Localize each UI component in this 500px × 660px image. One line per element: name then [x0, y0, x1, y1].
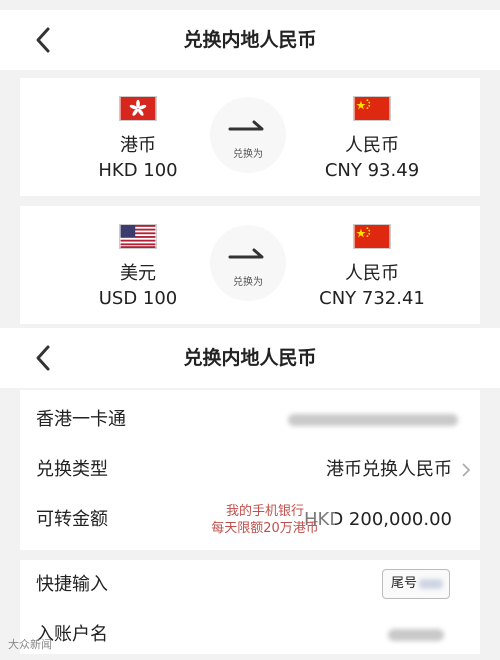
- to-currency-amount: CNY 93.49: [324, 160, 420, 181]
- tail-label: 尾号: [391, 576, 418, 591]
- cn-flag-icon: [353, 96, 391, 121]
- annotation-line-2: 每天限额20万港币: [211, 521, 319, 536]
- card-row[interactable]: 香港一卡通: [20, 395, 480, 445]
- convert-label: 兑换为: [233, 277, 263, 288]
- top-navbar: 兑换内地人民币: [0, 10, 500, 70]
- row-label: 入账户名: [36, 624, 108, 645]
- from-currency-amount: HKD 100: [98, 160, 178, 181]
- hk-flag-icon: [119, 96, 157, 121]
- row-value: 港币兑换人民币: [326, 459, 452, 480]
- to-currency-name: 人民币: [345, 263, 399, 284]
- from-currency-name: 美元: [120, 263, 156, 284]
- row-label: 香港一卡通: [36, 409, 126, 430]
- exchange-type-row[interactable]: 兑换类型 港币兑换人民币: [20, 445, 480, 495]
- watermark: 大众新闻: [8, 638, 52, 651]
- to-currency-name: 人民币: [345, 135, 399, 156]
- convert-arrow: 兑换为: [210, 97, 286, 173]
- exchange-card-usd[interactable]: 美元 USD 100 兑换为 人民币 CNY 732.41: [20, 206, 480, 324]
- page-title: 兑换内地人民币: [183, 347, 317, 369]
- masked-card-number: [288, 414, 458, 426]
- tail-number-chip[interactable]: 尾号: [382, 569, 450, 599]
- from-currency-amount: USD 100: [98, 288, 178, 309]
- row-label: 快捷输入: [36, 574, 108, 595]
- account-name-row[interactable]: 入账户名: [20, 610, 480, 660]
- row-label: 可转金额: [36, 509, 108, 530]
- from-currency: 美元 USD 100: [58, 206, 218, 310]
- account-form: 快捷输入 尾号 入账户名: [20, 560, 480, 654]
- page-title: 兑换内地人民币: [183, 29, 317, 51]
- quick-input-row[interactable]: 快捷输入 尾号: [20, 560, 480, 610]
- chevron-right-icon: [462, 463, 471, 477]
- cn-flag-icon: [353, 224, 391, 249]
- masked-account-name: [388, 629, 444, 641]
- convert-label: 兑换为: [233, 149, 263, 160]
- arrow-right-icon: [228, 248, 264, 259]
- arrow-right-icon: [228, 120, 264, 131]
- second-navbar: 兑换内地人民币: [0, 328, 500, 388]
- to-currency: 人民币 CNY 93.49: [292, 78, 452, 182]
- to-currency: 人民币 CNY 732.41: [292, 206, 452, 310]
- convert-arrow: 兑换为: [210, 225, 286, 301]
- exchange-form: 香港一卡通 兑换类型 港币兑换人民币 可转金额 HKD 200,000.00 我…: [20, 390, 480, 550]
- us-flag-icon: [119, 224, 157, 249]
- masked-tail-number: [419, 579, 443, 589]
- annotation-line-1: 我的手机银行: [225, 504, 304, 519]
- from-currency: 港币 HKD 100: [58, 78, 218, 182]
- row-label: 兑换类型: [36, 459, 108, 480]
- annotation-text: 我的手机银行 每天限额20万港币: [195, 503, 335, 537]
- exchange-card-hkd[interactable]: 港币 HKD 100 兑换为 人民币 CNY 93.49: [20, 78, 480, 196]
- from-currency-name: 港币: [120, 135, 156, 156]
- to-currency-amount: CNY 732.41: [319, 288, 425, 309]
